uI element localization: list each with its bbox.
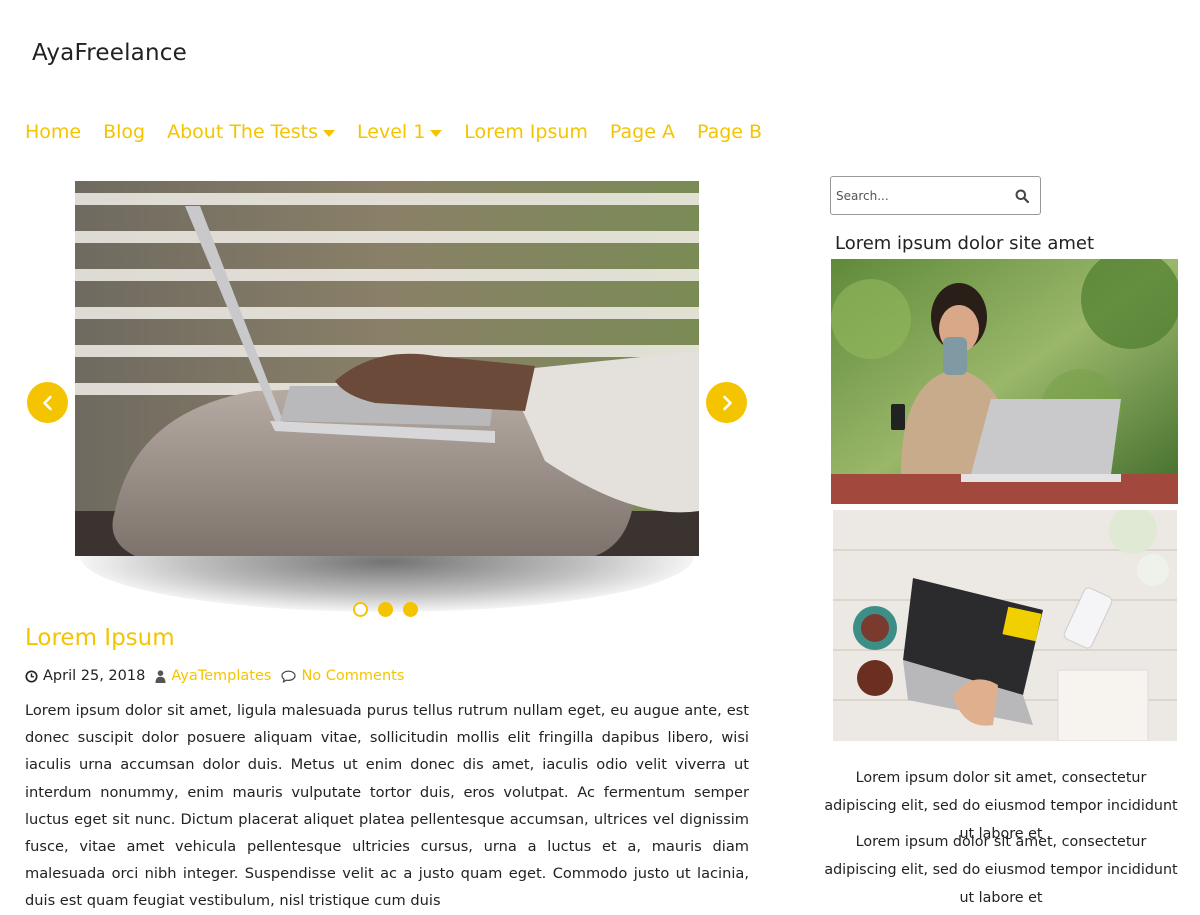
nav-item-label: Home [25, 121, 82, 143]
nav-item-home[interactable]: Home [25, 121, 81, 143]
slider-dot-1[interactable] [353, 602, 368, 617]
post-excerpt: Lorem ipsum dolor sit amet, ligula males… [25, 702, 749, 910]
caret-down-icon [323, 129, 336, 137]
post-author-link[interactable]: AyaTemplates [171, 668, 271, 684]
sidebar-image-woman-with-laptop [831, 259, 1178, 504]
search-input[interactable] [831, 187, 1004, 204]
search-box [830, 176, 1041, 215]
slider-prev-button[interactable] [27, 382, 68, 423]
nav-item-lorem-ipsum[interactable]: Lorem Ipsum [464, 121, 588, 143]
nav-item-label: Page B [696, 121, 763, 143]
post-comments-link[interactable]: No Comments [301, 668, 404, 684]
chevron-left-icon [42, 395, 52, 410]
slider-dot-3[interactable] [403, 602, 418, 617]
post-title[interactable]: Lorem Ipsum [25, 625, 175, 651]
nav-item-page-b[interactable]: Page B [697, 121, 762, 143]
post-comments: No Comments [281, 668, 404, 684]
sidebar-image-desk-with-laptop [833, 510, 1177, 741]
post-meta: April 25, 2018 AyaTemplates No Comments [25, 668, 404, 684]
slide-image-laptop-on-pillow[interactable] [75, 181, 699, 556]
user-icon [155, 669, 166, 683]
post-date-text: April 25, 2018 [43, 668, 146, 684]
post-author: AyaTemplates [155, 668, 271, 684]
nav-item-label: Blog [103, 121, 146, 143]
desk-laptop-illustration [833, 510, 1177, 741]
sidebar-paragraph-2: Lorem ipsum dolor sit amet, consectetur … [824, 834, 1178, 906]
nav-item-label: Level 1 [357, 121, 426, 143]
chevron-right-icon [722, 395, 732, 410]
woman-laptop-illustration [831, 259, 1178, 504]
nav-item-label: About The Tests [167, 121, 319, 143]
widget-title: Lorem ipsum dolor site amet [835, 233, 1095, 254]
nav-item-page-a[interactable]: Page A [610, 121, 675, 143]
nav-item-about-the-tests[interactable]: About The Tests [167, 121, 336, 143]
nav-item-level-1[interactable]: Level 1 [357, 121, 443, 143]
main-nav: Home Blog About The Tests Level 1 Lorem … [25, 117, 762, 147]
search-icon [1015, 189, 1029, 203]
caret-down-icon [430, 129, 443, 137]
nav-item-label: Lorem Ipsum [464, 121, 588, 143]
comment-icon [281, 670, 297, 683]
nav-item-blog[interactable]: Blog [103, 121, 145, 143]
slider-pagination [353, 602, 418, 617]
site-title[interactable]: AyaFreelance [32, 40, 187, 66]
clock-icon [25, 669, 38, 683]
post-date: April 25, 2018 [25, 668, 145, 684]
slider-dot-2[interactable] [378, 602, 393, 617]
nav-item-label: Page A [609, 121, 675, 143]
laptop-on-pillow-illustration [75, 181, 699, 556]
search-button[interactable] [1004, 177, 1040, 214]
slider-next-button[interactable] [706, 382, 747, 423]
